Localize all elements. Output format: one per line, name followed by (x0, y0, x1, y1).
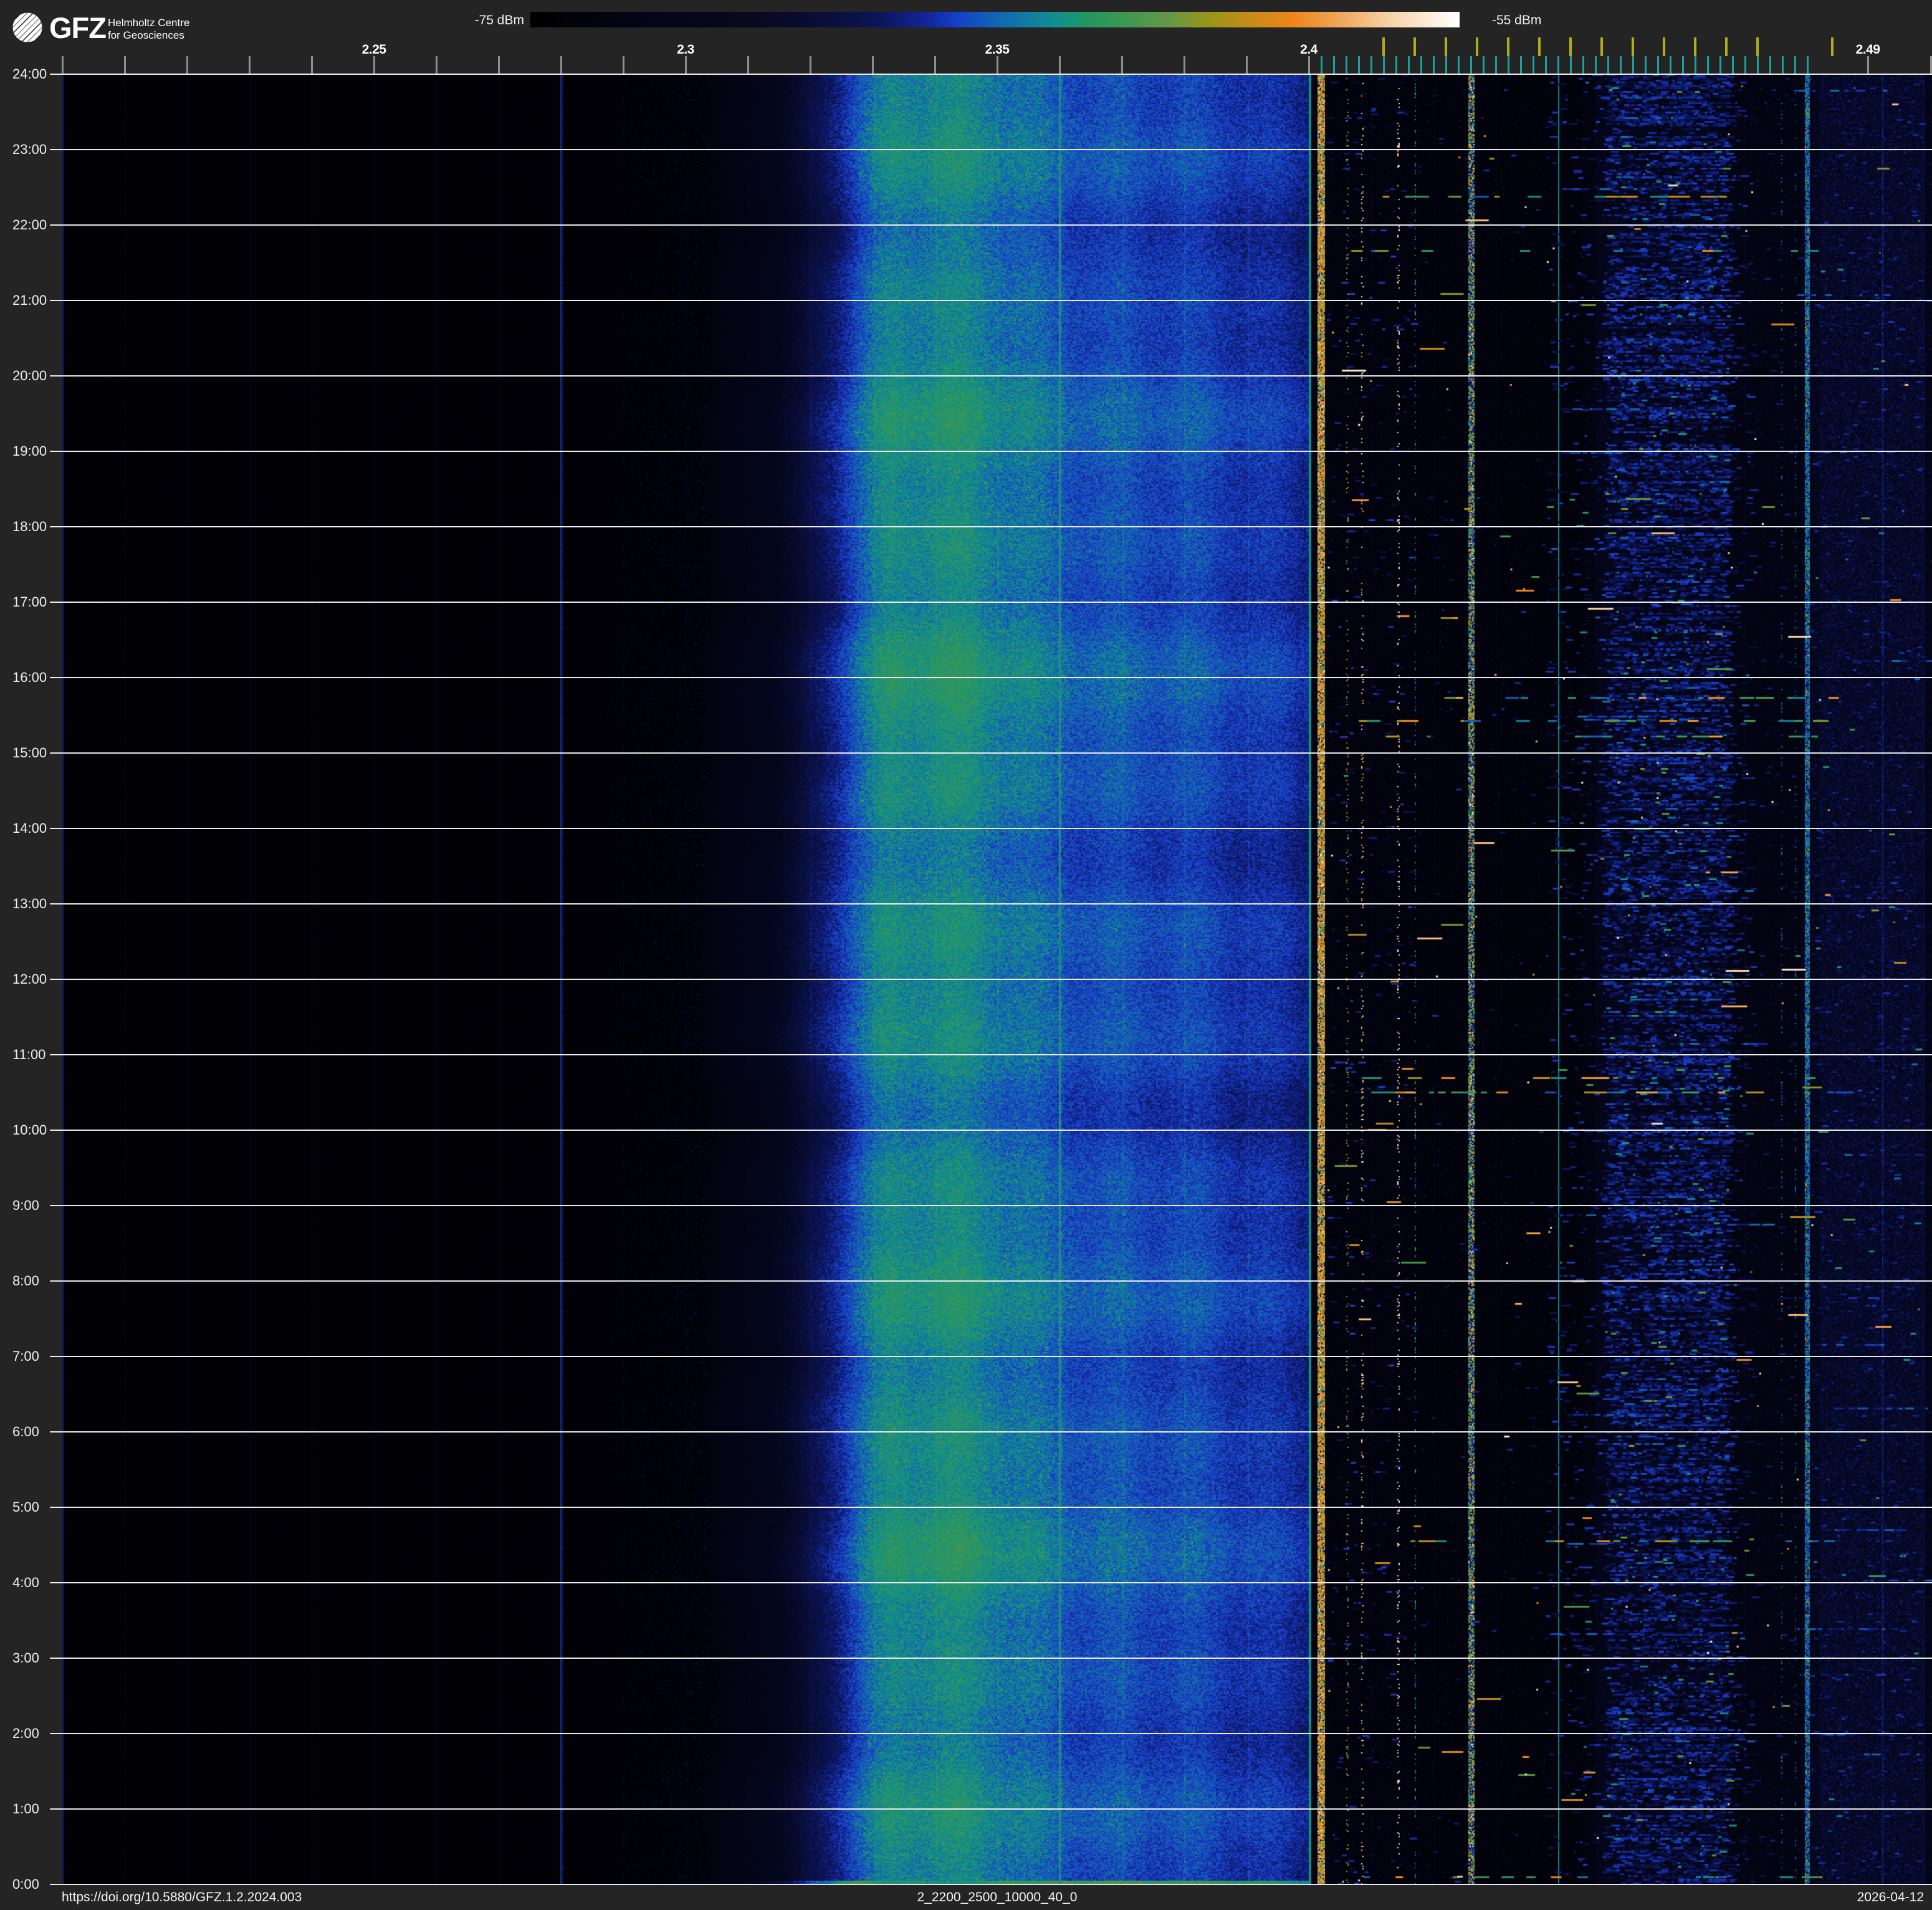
svg-text:GFZ: GFZ (49, 11, 106, 44)
svg-text:for Geosciences: for Geosciences (108, 29, 184, 41)
svg-text:Helmholtz Centre: Helmholtz Centre (108, 17, 189, 29)
